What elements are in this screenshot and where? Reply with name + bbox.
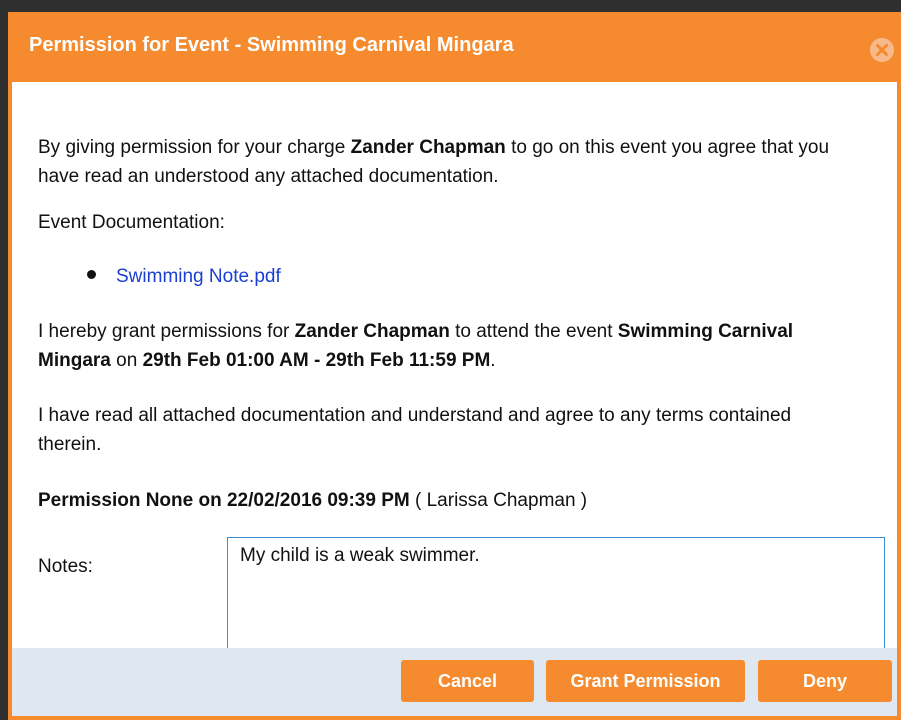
permission-status: Permission None on 22/02/2016 09:39 PM (…: [38, 486, 848, 515]
grant-child-name: Zander Chapman: [294, 321, 450, 342]
child-name: Zander Chapman: [350, 137, 506, 158]
dialog-titlebar: Permission for Event - Swimming Carnival…: [8, 12, 901, 82]
documentation-label: Event Documentation:: [38, 212, 225, 233]
permission-dialog: Permission for Event - Swimming Carnival…: [8, 12, 901, 720]
dialog-footer: Cancel Grant Permission Deny: [12, 648, 897, 716]
grant-on: on: [110, 350, 143, 371]
deny-button[interactable]: Deny: [758, 660, 892, 702]
event-date-range: 29th Feb 01:00 AM - 29th Feb 11:59 PM: [142, 350, 491, 371]
status-text: Permission None on 22/02/2016 09:39 PM: [38, 490, 410, 511]
agreement-text: I have read all attached documentation a…: [38, 405, 792, 455]
documentation-list: Swimming Note.pdf: [87, 262, 897, 291]
notes-label: Notes:: [38, 556, 93, 577]
cancel-button[interactable]: Cancel: [401, 660, 534, 702]
grant-end: .: [490, 350, 496, 371]
grant-permission-button[interactable]: Grant Permission: [546, 660, 745, 702]
close-icon[interactable]: [870, 38, 894, 62]
notes-textarea[interactable]: My child is a weak swimmer.: [227, 537, 885, 649]
document-link[interactable]: Swimming Note.pdf: [116, 266, 281, 287]
dialog-content: By giving permission for your charge Zan…: [12, 82, 897, 649]
status-by: ( Larissa Chapman ): [409, 490, 588, 511]
dialog-title: Permission for Event - Swimming Carnival…: [29, 34, 514, 56]
grant-prefix: I hereby grant permissions for: [38, 321, 295, 342]
intro-text: By giving permission for your charge Zan…: [38, 133, 848, 191]
grant-middle: to attend the event: [449, 321, 618, 342]
bullet: [87, 270, 96, 280]
intro-prefix: By giving permission for your charge: [38, 137, 351, 158]
grant-text: I hereby grant permissions for Zander Ch…: [38, 317, 848, 375]
